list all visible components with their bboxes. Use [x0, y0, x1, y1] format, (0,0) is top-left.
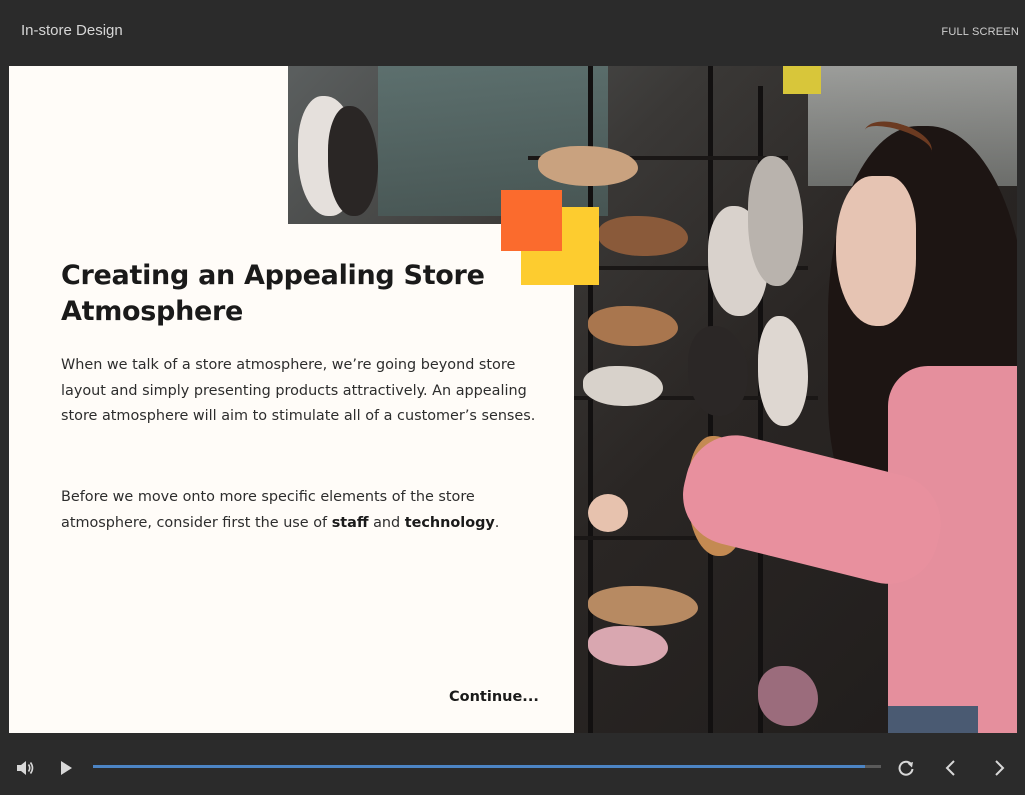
photo-shoe: [758, 316, 808, 426]
photo-shoe: [758, 666, 818, 726]
fullscreen-button[interactable]: FULL SCREEN: [941, 26, 1019, 38]
accent-square-orange: [501, 190, 562, 251]
photo-woman-face: [836, 176, 916, 326]
photo-shoe: [688, 326, 748, 416]
continue-button[interactable]: Continue...: [449, 689, 539, 705]
photo-woman-hand: [588, 494, 628, 532]
slide-heading: Creating an Appealing Store Atmosphere: [61, 260, 485, 327]
photo-woman-jeans: [888, 706, 978, 733]
top-bar: In-store Design FULL SCREEN: [0, 0, 1025, 66]
photo-shoe: [748, 156, 803, 286]
next-icon[interactable]: [988, 757, 1010, 779]
photo-sign: [783, 66, 821, 94]
photo-shoe: [538, 146, 638, 186]
paragraph-2-text: .: [494, 514, 500, 531]
photo-shoe: [328, 106, 378, 216]
replay-icon[interactable]: [895, 757, 917, 779]
volume-icon[interactable]: [14, 757, 36, 779]
photo-shoe: [588, 626, 668, 666]
photo-shoe: [598, 216, 688, 256]
photo-shoe: [588, 586, 698, 626]
previous-icon[interactable]: [940, 757, 962, 779]
player-controls: [0, 745, 1025, 790]
slide-paragraph-1: When we talk of a store atmosphere, we’r…: [61, 357, 536, 424]
photo-window-glass: [378, 66, 608, 216]
slide-canvas: Creating an Appealing Store Atmosphere W…: [9, 66, 1017, 733]
photo-shoe: [588, 306, 678, 346]
player-window: In-store Design FULL SCREEN Creating an …: [0, 0, 1025, 795]
paragraph-2-text: and: [368, 514, 405, 531]
progress-fill: [93, 765, 866, 768]
progress-bar[interactable]: [93, 765, 881, 768]
keyword-staff: staff: [331, 514, 369, 531]
keyword-technology: technology: [404, 514, 495, 531]
play-icon[interactable]: [55, 757, 77, 779]
slide-paragraph-2: Before we move onto more specific elemen…: [61, 485, 541, 536]
course-title: In-store Design: [21, 22, 123, 39]
content-panel-top: [9, 66, 288, 224]
photo-shoe: [583, 366, 663, 406]
